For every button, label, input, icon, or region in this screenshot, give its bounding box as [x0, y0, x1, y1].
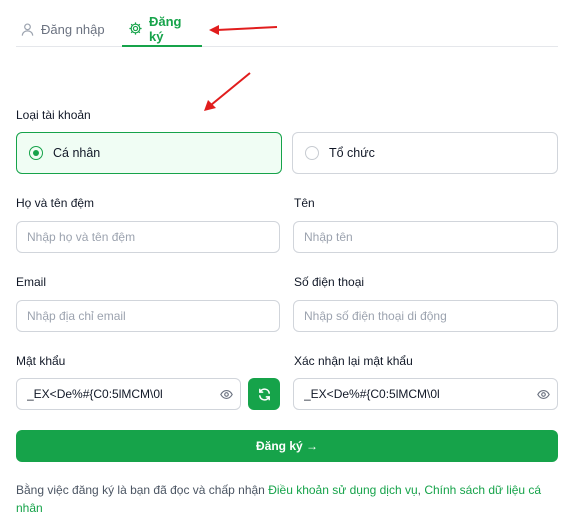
email-label: Email	[16, 275, 47, 289]
phone-input[interactable]	[293, 300, 558, 332]
tab-login[interactable]: Đăng nhập	[16, 12, 122, 46]
radio-organization[interactable]	[305, 146, 319, 160]
account-type-label: Loại tài khoản	[16, 108, 91, 122]
tab-login-label: Đăng nhập	[41, 21, 105, 37]
confirm-password-label: Xác nhận lại mật khẩu	[294, 354, 413, 368]
gear-icon	[129, 22, 142, 35]
account-option-personal-label: Cá nhân	[53, 146, 101, 160]
password-field	[16, 378, 241, 410]
tab-register-label: Đăng ký	[149, 13, 182, 44]
refresh-icon	[258, 387, 270, 401]
tab-register[interactable]: Đăng ký	[122, 12, 202, 47]
register-submit-button[interactable]: Đăng ký →	[16, 430, 558, 462]
last-name-label: Họ và tên đệm	[16, 196, 95, 210]
account-option-organization-label: Tổ chức	[329, 146, 375, 160]
terms-text: Bằng việc đăng ký là bạn đã đọc và chấp …	[16, 481, 556, 517]
terms-of-service-link[interactable]: Điều khoản sử dụng dịch vụ	[268, 483, 417, 497]
email-input[interactable]	[16, 300, 280, 332]
confirm-password-field	[293, 378, 558, 410]
first-name-label: Tên	[294, 196, 315, 210]
phone-label: Số điện thoại	[294, 275, 365, 289]
regenerate-password-button[interactable]	[248, 378, 280, 410]
confirm-password-input[interactable]	[293, 378, 558, 410]
eye-icon[interactable]	[537, 388, 550, 401]
terms-prefix: Bằng việc đăng ký là bạn đã đọc và chấp …	[16, 483, 269, 497]
radio-personal[interactable]	[29, 146, 43, 160]
user-icon	[21, 22, 34, 36]
password-input[interactable]	[16, 378, 241, 410]
password-label: Mật khẩu	[16, 354, 66, 368]
auth-tabs: Đăng nhập Đăng ký	[16, 12, 558, 47]
last-name-input[interactable]	[16, 221, 280, 253]
account-option-personal[interactable]: Cá nhân	[16, 132, 282, 174]
account-option-organization[interactable]: Tổ chức	[292, 132, 558, 174]
eye-icon[interactable]	[220, 388, 233, 401]
annotation-arrow-account	[204, 72, 251, 111]
first-name-input[interactable]	[293, 221, 558, 253]
